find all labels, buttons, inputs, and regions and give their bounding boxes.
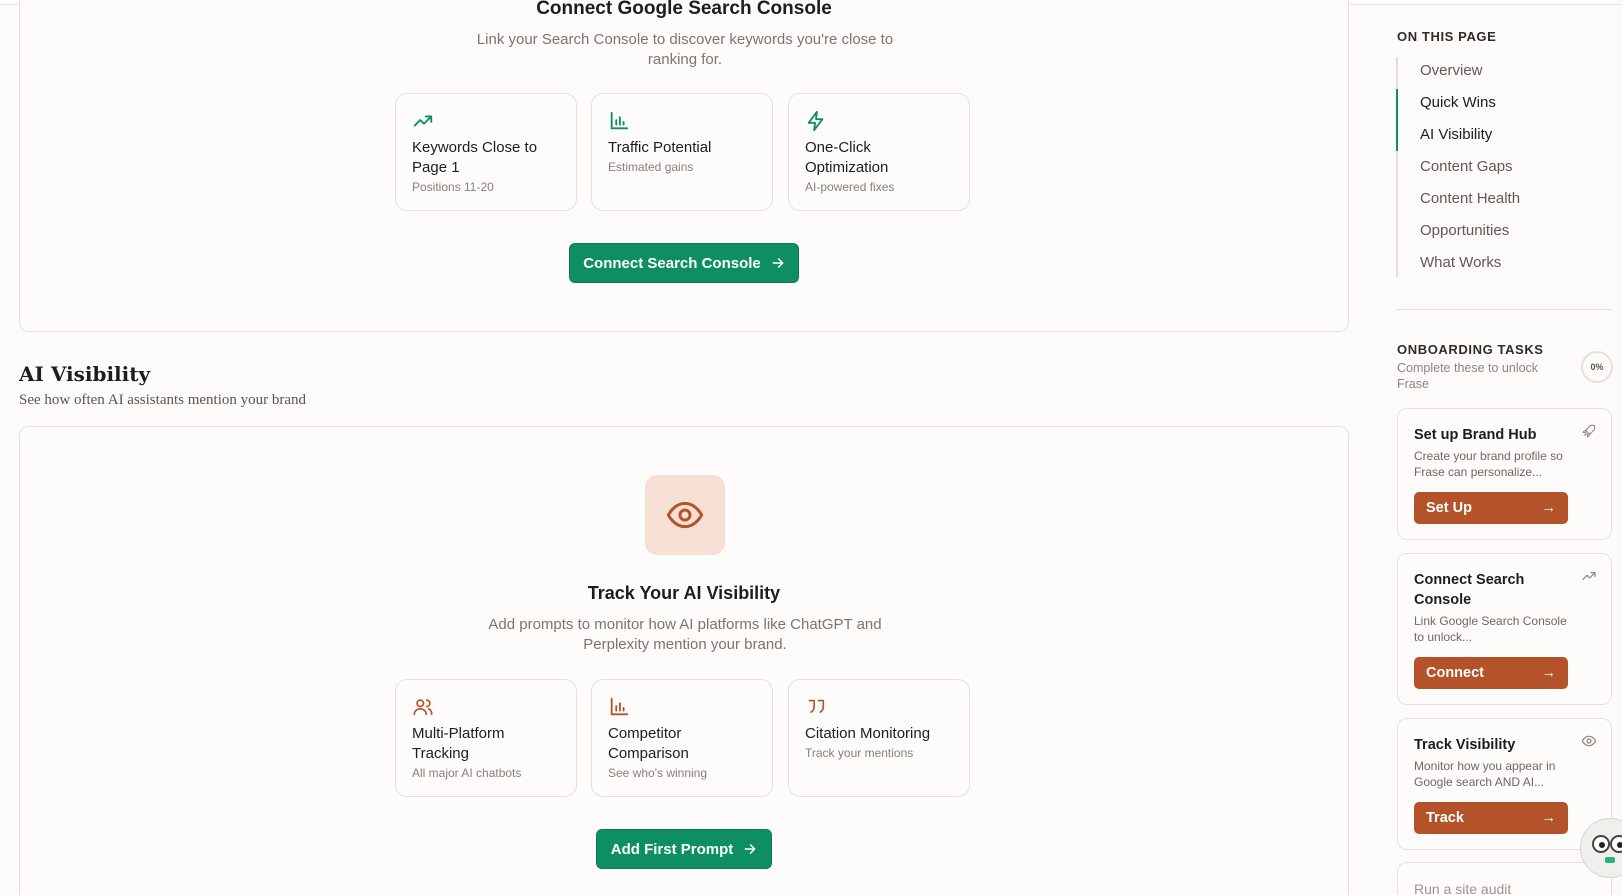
onboarding-progress: 0% (1581, 351, 1613, 383)
onboarding-heading: ONBOARDING TASKS (1397, 342, 1544, 357)
arrow-right-icon: → (1541, 665, 1557, 681)
toc-active-indicator (1396, 89, 1398, 151)
eye-icon (666, 501, 704, 529)
toc-item-what-works[interactable]: What Works (1420, 254, 1501, 271)
arrow-right-icon (772, 258, 784, 268)
feature-title: Traffic Potential (608, 139, 712, 156)
task-description: Create your brand profile so Frase can p… (1414, 449, 1563, 479)
ai-visibility-card: Track Your AI Visibility Add prompts to … (19, 426, 1349, 895)
task-connect-search-console: Connect Search Console Link Google Searc… (1397, 553, 1612, 705)
arrow-right-icon: → (1541, 500, 1557, 516)
task-description: Monitor how you appear in Google search … (1414, 759, 1556, 789)
feature-title: Citation Monitoring (805, 725, 931, 742)
set-up-button[interactable]: Set Up → (1414, 492, 1568, 524)
gsc-card: Connect Google Search Console Link your … (19, 0, 1349, 332)
button-label: Add First Prompt (610, 840, 734, 858)
onboarding-subtitle: Complete these to unlock Frase (1397, 361, 1539, 391)
mascot-face-icon (1592, 835, 1622, 863)
gsc-feature-optimization: One-Click Optimization AI-powered fixes (788, 93, 970, 211)
ai-card-description: Add prompts to monitor how AI platforms … (488, 616, 882, 653)
gsc-feature-traffic: Traffic Potential Estimated gains (591, 93, 773, 211)
rocket-icon (1582, 424, 1596, 438)
ai-feature-citation: Citation Monitoring Track your mentions (788, 679, 970, 797)
toc-item-opportunities[interactable]: Opportunities (1420, 222, 1509, 239)
gsc-title: Connect Google Search Console (536, 0, 832, 19)
eye-icon (1581, 735, 1597, 747)
feature-title: One-Click Optimization (805, 139, 889, 176)
toc-item-content-health[interactable]: Content Health (1420, 190, 1520, 207)
arrow-right-icon (744, 844, 756, 854)
toc-item-quick-wins[interactable]: Quick Wins (1420, 94, 1496, 111)
task-title: Run a site audit (1414, 881, 1512, 895)
arrow-right-icon: → (1541, 810, 1557, 826)
bar-chart-icon (610, 697, 629, 716)
feature-title: Competitor Comparison (608, 725, 689, 762)
lightning-icon (807, 110, 824, 132)
ai-feature-competitor: Competitor Comparison See who's winning (591, 679, 773, 797)
rail-divider (1397, 309, 1612, 310)
task-site-audit: Run a site audit (1397, 862, 1612, 895)
track-button[interactable]: Track → (1414, 802, 1568, 834)
toc-item-ai-visibility[interactable]: AI Visibility (1420, 126, 1492, 143)
task-title: Connect Search Console (1414, 572, 1525, 608)
toc-item-content-gaps[interactable]: Content Gaps (1420, 158, 1513, 175)
add-first-prompt-button[interactable]: Add First Prompt (596, 829, 772, 869)
ai-card-title: Track Your AI Visibility (587, 583, 781, 603)
quote-icon (808, 699, 825, 714)
connect-search-console-button[interactable]: Connect Search Console (569, 243, 799, 283)
feature-subtitle: Track your mentions (805, 746, 914, 760)
eye-icon-tile (645, 475, 725, 555)
button-label: Track (1426, 810, 1464, 826)
ai-feature-multi-platform: Multi-Platform Tracking All major AI cha… (395, 679, 577, 797)
button-label: Connect (1426, 665, 1484, 681)
feature-title: Multi-Platform Tracking (412, 725, 505, 762)
section-title-ai-visibility: AI Visibility (19, 362, 151, 386)
task-title: Set up Brand Hub (1414, 427, 1537, 443)
feature-subtitle: All major AI chatbots (412, 766, 522, 780)
feature-subtitle: See who's winning (608, 766, 708, 780)
feature-subtitle: AI-powered fixes (805, 180, 895, 194)
toc-item-overview[interactable]: Overview (1420, 62, 1483, 79)
assistant-mascot-avatar[interactable] (1580, 818, 1622, 878)
feature-subtitle: Positions 11-20 (412, 180, 494, 194)
trending-up-icon (413, 115, 433, 127)
gsc-feature-keywords: Keywords Close to Page 1 Positions 11-20 (395, 93, 577, 211)
button-label: Connect Search Console (583, 254, 761, 272)
task-track-visibility: Track Visibility Monitor how you appear … (1397, 718, 1612, 850)
toc-heading: ON THIS PAGE (1397, 29, 1497, 44)
task-brand-hub: Set up Brand Hub Create your brand profi… (1397, 408, 1612, 540)
button-label: Set Up (1426, 500, 1472, 516)
bar-chart-icon (610, 111, 629, 130)
users-icon (413, 699, 433, 716)
feature-title: Keywords Close to Page 1 (412, 139, 538, 176)
task-title: Track Visibility (1414, 737, 1516, 753)
section-subtitle: See how often AI assistants mention your… (19, 392, 307, 408)
gsc-description: Link your Search Console to discover key… (476, 31, 894, 68)
connect-button[interactable]: Connect → (1414, 657, 1568, 689)
trending-up-icon (1582, 572, 1596, 580)
task-description: Link Google Search Console to unlock... (1414, 614, 1567, 644)
feature-subtitle: Estimated gains (608, 160, 694, 174)
